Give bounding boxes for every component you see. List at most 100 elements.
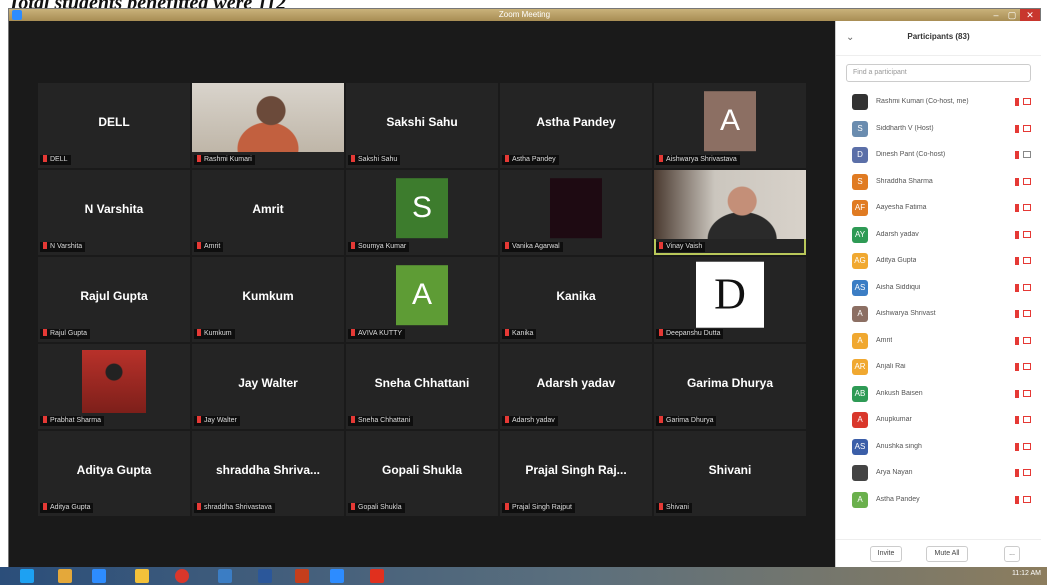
video-camera-icon[interactable]: [1023, 204, 1031, 211]
participant-display-name: DELL: [98, 115, 130, 129]
taskbar-app-icon[interactable]: [58, 569, 72, 583]
video-tile[interactable]: Kanika Kanika: [500, 257, 652, 342]
more-options-button[interactable]: ...: [1004, 546, 1020, 562]
label-text: N Varshita: [50, 243, 83, 250]
video-tile[interactable]: D Deepanshu Dutta: [654, 257, 806, 342]
muted-mic-icon[interactable]: [1015, 416, 1019, 424]
mute-all-button[interactable]: Mute All: [926, 546, 968, 562]
video-tile[interactable]: A AVIVA KUTTY: [346, 257, 498, 342]
video-camera-icon[interactable]: [1023, 469, 1031, 476]
muted-mic-icon[interactable]: [1015, 442, 1019, 451]
muted-mic-icon[interactable]: [1015, 310, 1019, 318]
muted-mic-icon[interactable]: [1015, 124, 1019, 133]
video-tile[interactable]: Astha Pandey Astha Pandey: [500, 83, 652, 168]
video-camera-icon[interactable]: [1023, 283, 1031, 291]
minimize-button[interactable]: –: [988, 9, 1004, 21]
video-tile[interactable]: S Soumya Kumar: [346, 170, 498, 255]
participant-row[interactable]: AG Aditya Gupta: [836, 247, 1041, 274]
participant-row[interactable]: Rashmi Kumari (Co-host, me): [836, 88, 1041, 115]
muted-mic-icon[interactable]: [1015, 389, 1019, 398]
muted-mic-icon[interactable]: [1015, 495, 1019, 504]
participant-name: Astha Pandey: [876, 495, 920, 503]
muted-mic-icon[interactable]: [1015, 283, 1019, 292]
maximize-button[interactable]: ▢: [1004, 9, 1020, 21]
video-camera-icon[interactable]: [1023, 416, 1031, 423]
folder-icon[interactable]: [135, 569, 149, 583]
participant-row[interactable]: D Dinesh Pant (Co-host): [836, 141, 1041, 168]
muted-mic-icon[interactable]: [1015, 177, 1019, 186]
video-tile[interactable]: Vanika Agarwal: [500, 170, 652, 255]
video-tile[interactable]: Garima Dhurya Garima Dhurya: [654, 344, 806, 429]
video-camera-icon[interactable]: [1023, 177, 1031, 185]
video-tile[interactable]: Sneha Chhattani Sneha Chhattani: [346, 344, 498, 429]
participant-display-name: Shivani: [708, 463, 752, 477]
participant-name: Anushka singh: [876, 442, 922, 450]
taskbar-app-icon[interactable]: [258, 569, 272, 583]
start-button-icon[interactable]: [20, 569, 34, 583]
muted-mic-icon[interactable]: [1015, 230, 1019, 239]
video-camera-icon[interactable]: [1023, 442, 1031, 450]
pdf-icon[interactable]: [370, 569, 384, 583]
video-camera-icon[interactable]: [1023, 257, 1031, 264]
video-tile[interactable]: Kumkum Kumkum: [192, 257, 344, 342]
video-camera-icon[interactable]: [1023, 363, 1031, 370]
participant-row[interactable]: A Aishwarya Shrivast: [836, 300, 1041, 327]
taskbar-app-icon[interactable]: [92, 569, 106, 583]
muted-mic-icon[interactable]: [1015, 151, 1019, 159]
muted-mic-icon[interactable]: [1015, 98, 1019, 106]
participant-display-name: Jay Walter: [238, 376, 298, 390]
video-tile[interactable]: Sakshi Sahu Sakshi Sahu: [346, 83, 498, 168]
video-tile[interactable]: shraddha Shriva... shraddha Shrivastava: [192, 431, 344, 516]
participant-row[interactable]: A Astha Pandey: [836, 486, 1041, 513]
video-tile[interactable]: Amrit Amrit: [192, 170, 344, 255]
video-camera-icon[interactable]: [1023, 98, 1031, 105]
muted-mic-icon[interactable]: [1015, 469, 1019, 477]
participant-avatar: A: [396, 264, 448, 325]
muted-mic-icon[interactable]: [1015, 363, 1019, 371]
participant-row[interactable]: AY Adarsh yadav: [836, 221, 1041, 248]
video-tile[interactable]: Rashmi Kumari: [192, 83, 344, 168]
participant-row[interactable]: A Amrit: [836, 327, 1041, 354]
video-tile[interactable]: Aditya Gupta Aditya Gupta: [38, 431, 190, 516]
video-camera-icon[interactable]: [1023, 124, 1031, 132]
muted-mic-icon[interactable]: [1015, 257, 1019, 265]
gallery-view: DELL DELL Rashmi Kumari Sakshi Sahu Sakshi S…: [9, 21, 835, 568]
video-camera-icon[interactable]: [1023, 389, 1031, 397]
video-tile[interactable]: Rajul Gupta Rajul Gupta: [38, 257, 190, 342]
video-camera-icon[interactable]: [1023, 495, 1031, 503]
participant-row[interactable]: AR Anjali Rai: [836, 353, 1041, 380]
participant-search-input[interactable]: Find a participant: [846, 64, 1031, 82]
video-tile[interactable]: Shivani Shivani: [654, 431, 806, 516]
participant-row[interactable]: S Siddharth V (Host): [836, 115, 1041, 142]
participant-row[interactable]: Arya Nayan: [836, 459, 1041, 486]
participant-row[interactable]: AS Anushka singh: [836, 433, 1041, 460]
taskbar-app-icon[interactable]: [218, 569, 232, 583]
participant-display-name: Sakshi Sahu: [386, 115, 458, 129]
video-camera-icon[interactable]: [1023, 336, 1031, 344]
video-tile[interactable]: N Varshita N Varshita: [38, 170, 190, 255]
video-camera-icon[interactable]: [1023, 230, 1031, 238]
participant-row[interactable]: AF Aayesha Fatima: [836, 194, 1041, 221]
participant-row[interactable]: AB Ankush Baisen: [836, 380, 1041, 407]
video-tile[interactable]: Gopali Shukla Gopali Shukla: [346, 431, 498, 516]
video-tile[interactable]: DELL DELL: [38, 83, 190, 168]
taskbar-app-icon[interactable]: [295, 569, 309, 583]
video-tile[interactable]: Jay Walter Jay Walter: [192, 344, 344, 429]
video-tile[interactable]: Adarsh yadav Adarsh yadav: [500, 344, 652, 429]
muted-mic-icon[interactable]: [1015, 336, 1019, 345]
video-tile[interactable]: A Aishwarya Shrivastava: [654, 83, 806, 168]
participant-row[interactable]: S Shraddha Sharma: [836, 168, 1041, 195]
participant-row[interactable]: AS Aisha Siddiqui: [836, 274, 1041, 301]
close-button[interactable]: ✕: [1020, 9, 1040, 21]
invite-button[interactable]: Invite: [870, 546, 902, 562]
video-camera-icon[interactable]: [1023, 151, 1031, 158]
video-camera-icon[interactable]: [1023, 310, 1031, 317]
chrome-icon[interactable]: [175, 569, 189, 583]
video-tile[interactable]: Prabhat Sharma: [38, 344, 190, 429]
participant-name-label: Kanika: [502, 329, 537, 339]
video-tile[interactable]: Prajal Singh Raj... Prajal Singh Rajput: [500, 431, 652, 516]
muted-mic-icon[interactable]: [1015, 204, 1019, 212]
zoom-taskbar-icon[interactable]: [330, 569, 344, 583]
participant-row[interactable]: A Anupkumar: [836, 406, 1041, 433]
video-tile[interactable]: Vinay Vaish: [654, 170, 806, 255]
